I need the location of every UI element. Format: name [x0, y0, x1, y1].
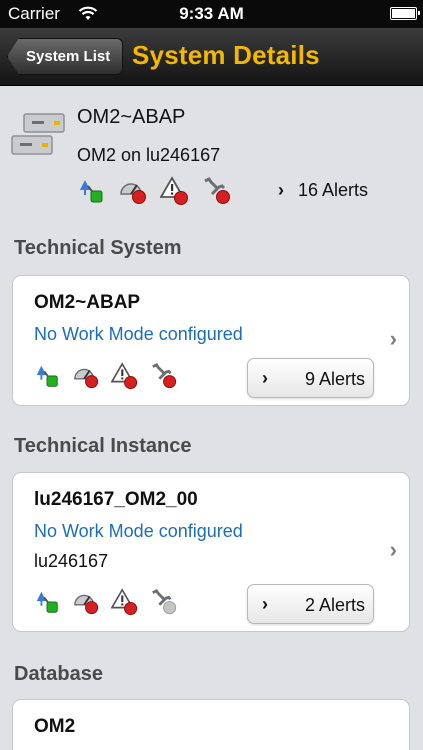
configuration-inactive-icon: [150, 588, 178, 616]
disclosure-chevron-icon: ›: [389, 326, 397, 351]
disclosure-chevron-icon: ›: [389, 537, 397, 562]
navigation-bar: System List System Details: [0, 28, 423, 86]
performance-alert-icon: [72, 588, 100, 616]
system-alerts-count: 16 Alerts: [298, 180, 369, 200]
clock: 9:33 AM: [179, 4, 244, 23]
database-card[interactable]: OM2: [12, 699, 410, 750]
technical-system-status-icons: [33, 362, 178, 390]
chevron-right-icon: ›: [262, 368, 268, 388]
status-bar: Carrier 9:33 AM: [0, 0, 423, 28]
system-alerts-link[interactable]: › 16 Alerts: [278, 180, 368, 201]
technical-instance-card[interactable]: lu246167_OM2_00 No Work Mode configured …: [12, 472, 410, 632]
availability-ok-icon: [76, 176, 106, 206]
exceptions-alert-icon: [160, 176, 190, 206]
section-title-database: Database: [14, 663, 103, 685]
chevron-right-icon: ›: [278, 180, 284, 200]
battery-icon: [390, 7, 420, 20]
exceptions-alert-icon: [111, 588, 139, 616]
configuration-alert-icon: [202, 176, 232, 206]
technical-instance-status-icons: [33, 588, 178, 616]
performance-alert-icon: [118, 176, 148, 206]
availability-ok-icon: [33, 588, 61, 616]
technical-system-name: OM2~ABAP: [34, 292, 141, 313]
back-button[interactable]: System List: [7, 38, 124, 75]
technical-instance-alerts-button[interactable]: › 2 Alerts: [247, 584, 374, 624]
system-name: OM2~ABAP: [77, 106, 186, 128]
database-name: OM2: [34, 716, 76, 737]
configuration-alert-icon: [150, 362, 178, 390]
technical-system-alerts-label: 9 Alerts: [304, 369, 365, 389]
availability-ok-icon: [33, 362, 61, 390]
system-status-icons: [76, 176, 232, 206]
technical-instance-mode: No Work Mode configured: [34, 521, 243, 541]
section-title-technical-instance: Technical Instance: [14, 435, 192, 457]
page-title: System Details: [132, 40, 320, 70]
chevron-right-icon: ›: [262, 594, 268, 614]
technical-system-mode: No Work Mode configured: [34, 324, 243, 344]
performance-alert-icon: [72, 362, 100, 390]
technical-instance-host: lu246167: [34, 551, 109, 571]
exceptions-alert-icon: [111, 362, 139, 390]
technical-system-alerts-button[interactable]: › 9 Alerts: [247, 358, 374, 398]
technical-instance-alerts-label: 2 Alerts: [304, 595, 365, 615]
system-icon: [10, 112, 66, 158]
system-host: OM2 on lu246167: [77, 145, 221, 165]
technical-system-card[interactable]: OM2~ABAP No Work Mode configured › 9 Ale…: [12, 275, 410, 406]
technical-instance-name: lu246167_OM2_00: [34, 489, 198, 510]
section-title-technical-system: Technical System: [14, 237, 182, 259]
